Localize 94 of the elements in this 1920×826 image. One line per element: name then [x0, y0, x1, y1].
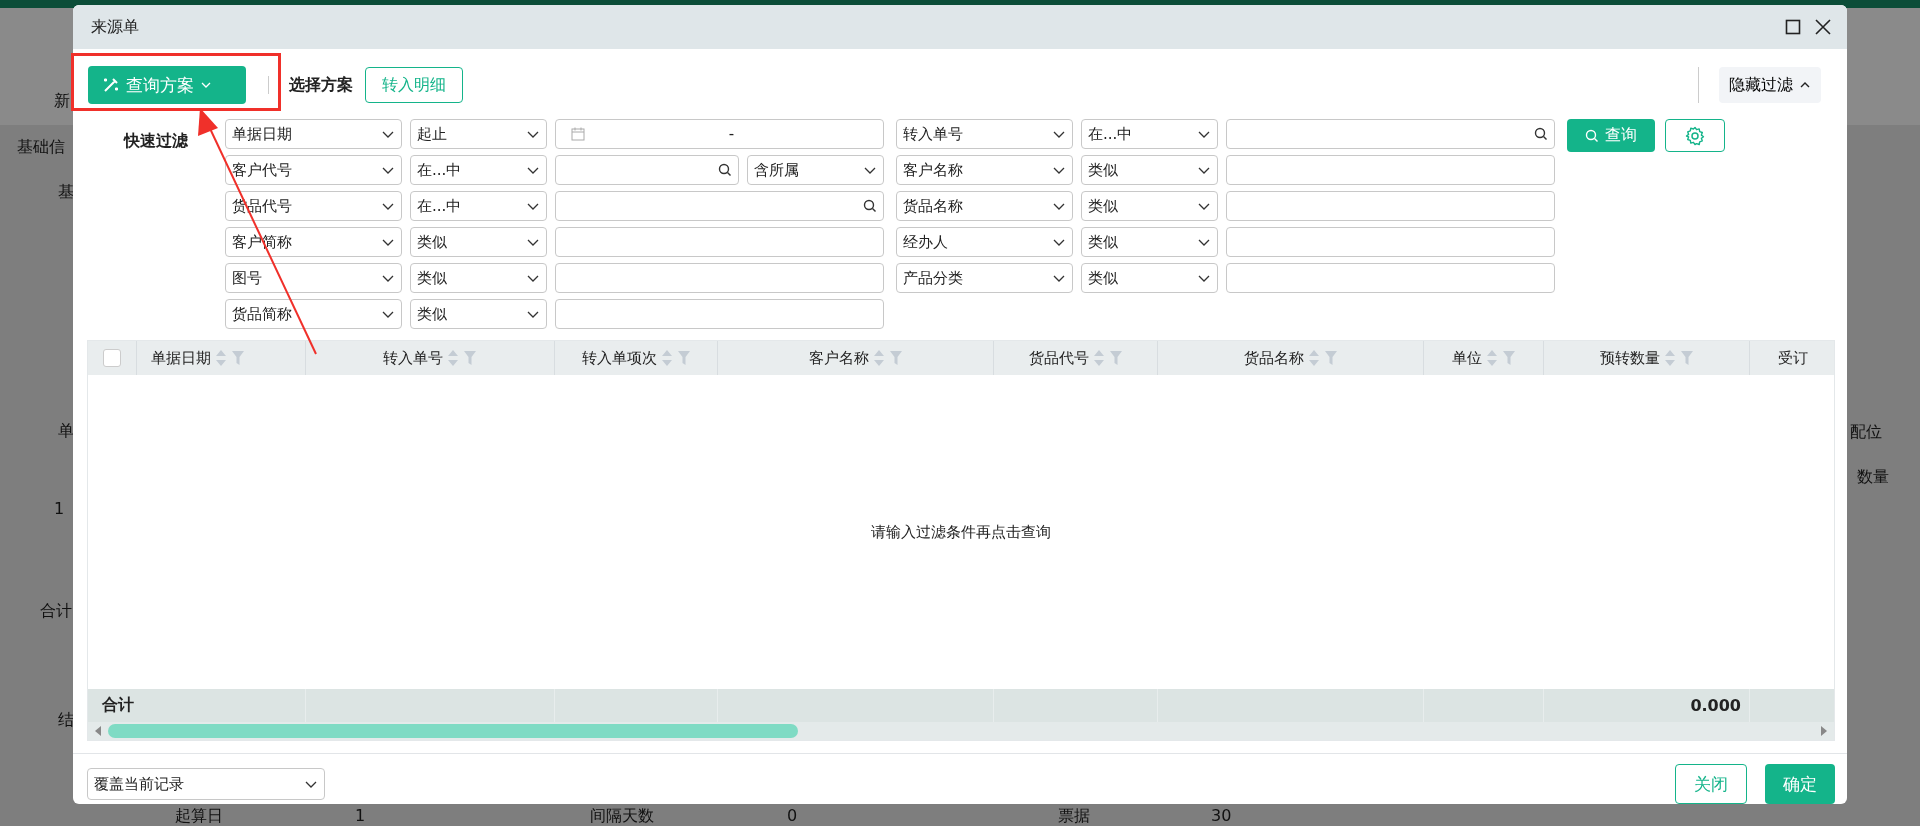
- sort-icon[interactable]: [1092, 349, 1105, 367]
- operator-select[interactable]: 在...中: [410, 155, 547, 185]
- operator-select[interactable]: 在...中: [1081, 119, 1218, 149]
- background-text: 基础信: [17, 137, 65, 157]
- filter-icon[interactable]: [231, 350, 245, 366]
- operator-select[interactable]: 类似: [410, 227, 547, 257]
- settings-button[interactable]: [1665, 119, 1725, 152]
- hide-filter-button[interactable]: 隐藏过滤: [1719, 67, 1821, 103]
- background-text: 基: [58, 182, 74, 202]
- sort-icon[interactable]: [872, 349, 885, 367]
- column-header[interactable]: 预转数量: [1599, 348, 1660, 368]
- calendar-icon: [570, 126, 586, 142]
- operator-select[interactable]: 类似: [1081, 191, 1218, 221]
- column-header[interactable]: 货品代号: [1028, 348, 1089, 368]
- filter-icon[interactable]: [1323, 350, 1338, 366]
- background-text: 30: [1211, 806, 1232, 826]
- input-field[interactable]: [1226, 191, 1555, 221]
- magic-wand-icon: [102, 76, 120, 94]
- scroll-left-icon[interactable]: [94, 725, 102, 737]
- filter-icon[interactable]: [676, 350, 691, 366]
- input-field[interactable]: [1226, 227, 1555, 257]
- date-range-field[interactable]: -: [555, 119, 884, 149]
- search-icon: [1534, 127, 1548, 141]
- background-text: 配位: [1850, 422, 1882, 442]
- field-select[interactable]: 单据日期: [225, 119, 402, 149]
- input-field[interactable]: [555, 227, 884, 257]
- field-select[interactable]: 经办人: [896, 227, 1073, 257]
- field-select[interactable]: 货品简称: [225, 299, 402, 329]
- field-select[interactable]: 货品名称: [896, 191, 1073, 221]
- operator-select[interactable]: 起止: [410, 119, 547, 149]
- settings-icon: [1685, 125, 1705, 146]
- totals-label: 合计: [102, 695, 134, 716]
- search-icon: [718, 163, 732, 177]
- scroll-right-icon[interactable]: [1820, 725, 1828, 737]
- background-text: 数量: [1857, 467, 1889, 487]
- sort-icon[interactable]: [660, 349, 673, 367]
- scope-select[interactable]: 含所属: [747, 155, 884, 185]
- close-icon[interactable]: [1815, 19, 1831, 35]
- lookup-field[interactable]: [555, 191, 884, 221]
- background-text: 单: [58, 421, 74, 441]
- column-header[interactable]: 转入单项次: [581, 348, 657, 368]
- background-text: 票据: [1058, 806, 1090, 826]
- sort-icon[interactable]: [1485, 349, 1498, 367]
- search-icon: [863, 199, 877, 213]
- field-select[interactable]: 转入单号: [896, 119, 1073, 149]
- window-title: 来源单: [91, 16, 139, 38]
- empty-message: 请输入过滤条件再点击查询: [871, 522, 1051, 542]
- scheme-label: 选择方案: [289, 74, 353, 96]
- filter-icon[interactable]: [1679, 350, 1694, 366]
- filter-icon[interactable]: [463, 350, 477, 366]
- record-mode-select[interactable]: 覆盖当前记录: [87, 768, 325, 800]
- column-header[interactable]: 货品名称: [1243, 348, 1304, 368]
- background-text: 间隔天数: [590, 806, 654, 826]
- background-text: 1: [54, 499, 65, 519]
- operator-select[interactable]: 类似: [410, 263, 547, 293]
- lookup-field[interactable]: [555, 155, 739, 185]
- column-header[interactable]: 客户名称: [808, 348, 869, 368]
- column-header[interactable]: 受订: [1777, 348, 1808, 368]
- input-field[interactable]: [1226, 263, 1555, 293]
- filter-icon[interactable]: [1108, 350, 1123, 366]
- operator-select[interactable]: 类似: [410, 299, 547, 329]
- field-select[interactable]: 客户代号: [225, 155, 402, 185]
- input-field[interactable]: [555, 299, 884, 329]
- sort-icon[interactable]: [1663, 349, 1676, 367]
- total-amount: 0.000: [1690, 696, 1741, 715]
- maximize-icon[interactable]: [1785, 19, 1801, 35]
- horizontal-scrollbar[interactable]: [88, 722, 1834, 740]
- field-select[interactable]: 图号: [225, 263, 402, 293]
- operator-select[interactable]: 类似: [1081, 227, 1218, 257]
- sort-icon[interactable]: [215, 349, 227, 367]
- operator-select[interactable]: 类似: [1081, 155, 1218, 185]
- field-select[interactable]: 客户名称: [896, 155, 1073, 185]
- input-field[interactable]: [1226, 155, 1555, 185]
- background-text: 起算日: [175, 806, 223, 826]
- background-text: 1: [355, 806, 366, 826]
- background-text: 结: [58, 710, 74, 730]
- column-header[interactable]: 转入单号: [383, 348, 443, 368]
- operator-select[interactable]: 类似: [1081, 263, 1218, 293]
- select-all-checkbox[interactable]: [103, 349, 121, 367]
- operator-select[interactable]: 在...中: [410, 191, 547, 221]
- column-header[interactable]: 单位: [1451, 348, 1482, 368]
- background-text: 合计: [40, 601, 72, 621]
- background-text: 新: [54, 91, 70, 111]
- quick-filter-label: 快速过滤: [124, 131, 188, 152]
- filter-icon[interactable]: [888, 350, 903, 366]
- field-select[interactable]: 产品分类: [896, 263, 1073, 293]
- filter-icon[interactable]: [1501, 350, 1516, 366]
- input-field[interactable]: [555, 263, 884, 293]
- sort-icon[interactable]: [447, 349, 459, 367]
- column-header[interactable]: 单据日期: [151, 348, 211, 368]
- lookup-field[interactable]: [1226, 119, 1555, 149]
- background-text: 0: [787, 806, 798, 826]
- search-icon: [1585, 128, 1599, 143]
- sort-icon[interactable]: [1307, 349, 1320, 367]
